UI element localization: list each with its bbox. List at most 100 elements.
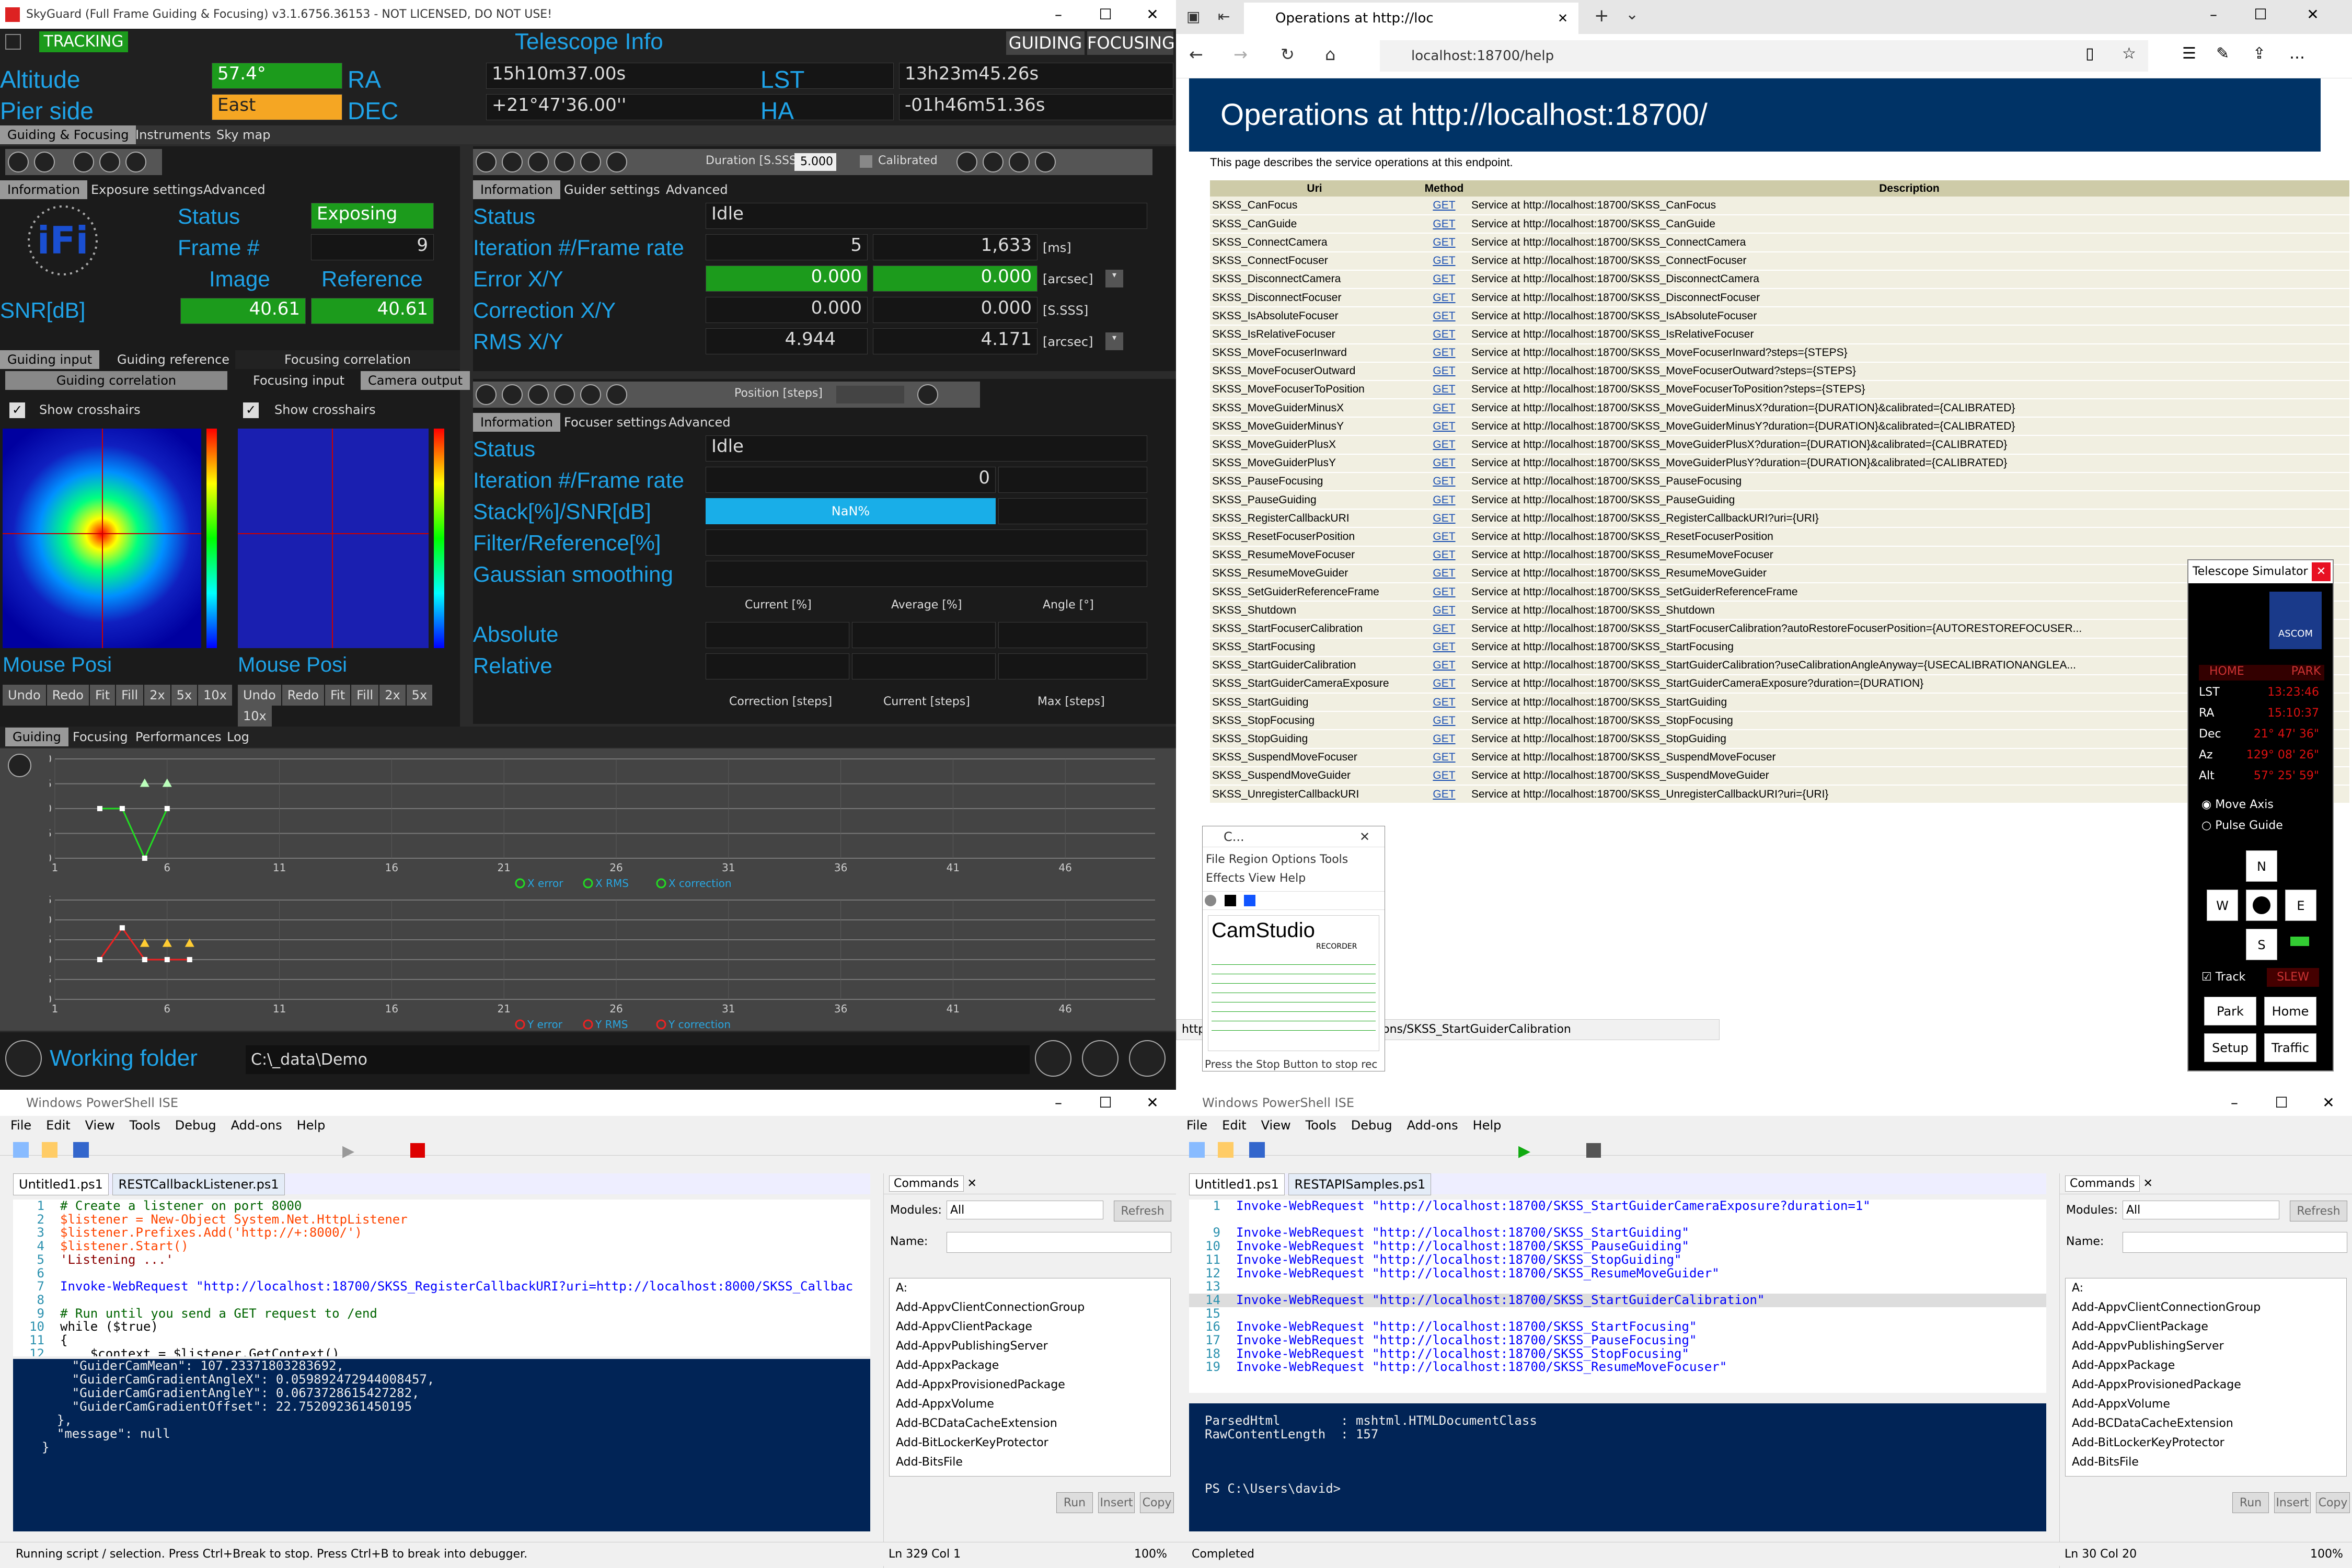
show-crosshairs-checkbox-left[interactable]: ✓ [9,402,25,418]
stop-icon[interactable] [606,384,627,405]
show-crosshairs-checkbox-right[interactable]: ✓ [243,402,259,418]
tab-guiding-focusing[interactable]: Guiding & Focusing [0,125,136,144]
method-link[interactable]: GET [1419,527,1469,547]
east-button[interactable]: E [2285,890,2316,921]
tab-guider-information[interactable]: Information [473,180,560,199]
menu-debug[interactable]: Debug [175,1118,216,1133]
working-folder-input[interactable]: C:\_data\Demo [246,1045,1030,1074]
tab-focuser-advanced[interactable]: Advanced [661,413,738,432]
menu-debug[interactable]: Debug [1351,1118,1392,1133]
method-link[interactable]: GET [1419,251,1469,271]
stop-icon[interactable] [410,1143,425,1158]
south-button[interactable]: S [2246,929,2277,960]
favorite-star-icon[interactable]: ☆ [2122,44,2136,63]
setup-button[interactable]: Setup [2204,1033,2256,1062]
fill-button[interactable]: Fill [351,685,379,706]
pause-icon[interactable] [99,152,120,172]
close-commands-icon[interactable]: ✕ [2143,1177,2153,1190]
command-item[interactable]: Add-BCDataCacheExtension [2066,1414,2346,1433]
command-item[interactable]: Add-BitsFile [890,1452,1170,1472]
command-item[interactable]: Add-AppvPublishingServer [2066,1336,2346,1356]
name-input[interactable] [2123,1232,2347,1253]
tab-focusing-chart[interactable]: Focusing [65,728,135,746]
tab-guiding-reference[interactable]: Guiding reference [110,350,237,369]
maximize-button[interactable]: ☐ [1082,1090,1129,1116]
focusing-mode-button[interactable]: FOCUSING [1087,31,1175,55]
back-icon[interactable]: ← [1189,44,1203,64]
camera-settings-icon[interactable] [8,152,29,172]
minimize-button[interactable]: – [1035,1090,1082,1116]
minimize-button[interactable]: – [2211,1090,2258,1116]
zoom-10x-button[interactable]: 10x [198,685,232,706]
move-axis-radio[interactable]: ◉ Move Axis [2201,798,2274,811]
url-input[interactable]: localhost:18700/help [1380,40,2148,72]
set-aside-icon[interactable]: ⇤ [1218,8,1230,25]
method-link[interactable]: GET [1419,582,1469,602]
favorites-icon[interactable]: ☰ [2182,44,2196,63]
command-item[interactable]: A: [2066,1278,2346,1298]
method-link[interactable]: GET [1419,619,1469,639]
tab-untitled1[interactable]: Untitled1.ps1 [1189,1173,1285,1195]
menu-view[interactable]: View [85,1118,115,1133]
command-item[interactable]: Add-AppxProvisionedPackage [2066,1375,2346,1394]
open-file-icon[interactable] [42,1142,57,1158]
method-link[interactable]: GET [1419,711,1469,731]
menu-effects[interactable]: Effects [1206,872,1245,885]
command-item[interactable]: Add-AppvClientConnectionGroup [2066,1298,2346,1317]
command-item[interactable]: Add-BitLockerKeyProtector [2066,1433,2346,1452]
pulse-guide-radio[interactable]: ○ Pulse Guide [2201,819,2283,832]
tab-performances[interactable]: Performances [128,728,229,746]
menu-tools[interactable]: Tools [1306,1118,1336,1133]
method-link[interactable]: GET [1419,472,1469,492]
menu-tools[interactable]: Tools [130,1118,160,1133]
command-item[interactable]: Add-AppvPublishingServer [890,1336,1170,1356]
method-link[interactable]: GET [1419,417,1469,436]
close-button[interactable]: ✕ [1129,0,1176,29]
folder-icon[interactable] [1035,1040,1071,1077]
menu-addons[interactable]: Add-ons [231,1118,282,1133]
camstudio-close-button[interactable]: ✕ [1359,826,1370,847]
minimize-button[interactable]: – [2190,0,2237,34]
fill-button[interactable]: Fill [116,685,144,706]
command-item[interactable]: Add-AppxVolume [2066,1394,2346,1414]
method-link[interactable]: GET [1419,362,1469,381]
tab-guider-settings[interactable]: Guider settings [557,180,667,199]
tab-guiding-chart[interactable]: Guiding [5,728,68,746]
ps-script-editor[interactable]: 1 # Create a listener on port 8000 2 $liste… [13,1200,870,1356]
park-button[interactable]: Park [2204,997,2256,1025]
zoom-5x-button[interactable]: 5x [406,685,433,706]
ps-console[interactable]: "GuiderCamMean": 107.23371803283692, "Gu… [13,1359,870,1531]
tab-sky-map[interactable]: Sky map [209,125,278,144]
tab-actions-icon[interactable]: ▣ [1186,8,1200,25]
home-icon[interactable]: ⌂ [1325,44,1335,64]
menu-addons[interactable]: Add-ons [1407,1118,1458,1133]
guiding-correlation-button[interactable]: Guiding correlation [5,371,227,390]
tab-instruments[interactable]: Instruments [128,125,218,144]
menu-file[interactable]: File [10,1118,31,1133]
method-link[interactable]: GET [1419,601,1469,620]
menu-file[interactable]: File [1186,1118,1207,1133]
menu-edit[interactable]: Edit [1222,1118,1246,1133]
play-icon[interactable] [73,152,94,172]
new-file-icon[interactable] [13,1142,29,1158]
run-icon[interactable]: ▶ [1518,1142,1530,1160]
command-item[interactable]: Add-AppvClientConnectionGroup [890,1298,1170,1317]
ps-script-editor[interactable]: 1 Invoke-WebRequest "http://localhost:187… [1189,1200,2046,1393]
tab-camera-output[interactable]: Camera output [361,371,470,390]
north-button[interactable]: N [2246,850,2277,882]
undo-button[interactable]: Undo [3,685,46,706]
fit-button[interactable]: Fit [325,685,351,706]
tab-rest-api-samples[interactable]: RESTAPISamples.ps1 [1288,1173,1432,1195]
method-link[interactable]: GET [1419,656,1469,675]
home-button[interactable]: Home [2264,997,2316,1025]
method-link[interactable]: GET [1419,674,1469,694]
traffic-button[interactable]: Traffic [2264,1033,2316,1062]
method-link[interactable]: GET [1419,325,1469,344]
method-link[interactable]: GET [1419,785,1469,804]
modules-select[interactable]: All [2123,1201,2279,1219]
reading-view-icon[interactable]: ▯ [2085,44,2094,63]
menu-file[interactable]: File [1206,853,1225,866]
tab-focuser-settings[interactable]: Focuser settings [557,413,674,432]
insert-command-button[interactable]: Insert [1098,1492,1135,1513]
maximize-button[interactable]: ☐ [2237,0,2284,34]
